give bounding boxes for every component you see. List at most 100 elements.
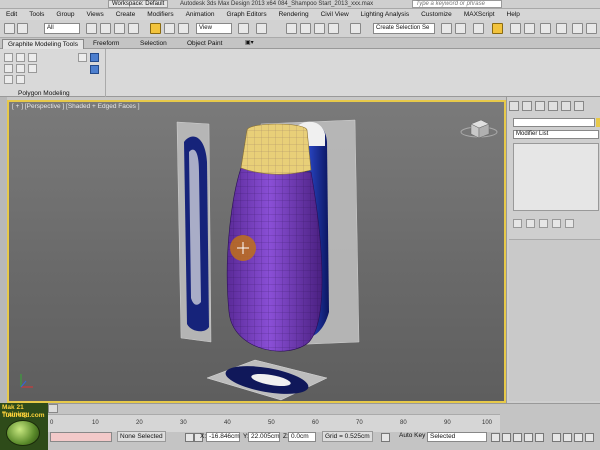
show-end-result-icon[interactable] [90,53,99,62]
tab-graphite-modeling-tools[interactable]: Graphite Modeling Tools [2,39,84,49]
selection-lock-icon[interactable] [185,433,194,442]
orbit-icon[interactable] [574,433,583,442]
left-strip [0,97,7,403]
vertex-icon[interactable] [4,64,13,73]
render-frame-icon[interactable] [572,23,583,34]
menu-lighting-analysis[interactable]: Lighting Analysis [355,11,415,18]
align-icon[interactable] [455,23,466,34]
viewcube-icon[interactable] [460,119,498,139]
menu-maxscript[interactable]: MAXScript [458,11,501,18]
menu-create[interactable]: Create [110,11,142,18]
menu-graph-editors[interactable]: Graph Editors [221,11,273,18]
select-and-rotate-icon[interactable] [164,23,175,34]
modify-mode-icon[interactable] [4,53,13,62]
menu-customize[interactable]: Customize [415,11,458,18]
pin-icon[interactable] [78,53,87,62]
menu-modifiers[interactable]: Modifiers [141,11,179,18]
percent-snap-icon[interactable] [314,23,325,34]
menu-tools[interactable]: Tools [23,11,50,18]
snap-toggle-icon[interactable] [286,23,297,34]
sub-object-icon[interactable] [16,53,25,62]
create-tab-icon[interactable] [509,101,519,111]
menu-views[interactable]: Views [80,11,109,18]
search-input[interactable]: Type a keyword or phrase [412,0,502,8]
configure-modifier-sets-icon[interactable] [565,219,574,228]
utilities-tab-icon[interactable] [574,101,584,111]
auto-key-button[interactable]: Auto Key [399,432,425,439]
pivot-center-icon[interactable] [238,23,249,34]
ribbon-tabs: Graphite Modeling Tools Freeform Selecti… [0,38,600,49]
motion-tab-icon[interactable] [548,101,558,111]
material-editor-icon[interactable] [540,23,551,34]
workspace-dropdown[interactable]: Workspace: Default [108,0,169,8]
zoom-icon[interactable] [552,433,561,442]
reference-coordinate-dropdown[interactable]: View [196,23,232,34]
next-frame-icon[interactable] [524,433,533,442]
graphite-toggle-icon[interactable] [492,23,503,34]
menu-edit[interactable]: Edit [0,11,23,18]
modifier-stack[interactable] [513,143,599,211]
show-end-result-toggle-icon[interactable] [526,219,535,228]
tab-object-paint[interactable]: Object Paint [182,39,227,49]
menu-group[interactable]: Group [50,11,80,18]
y-coordinate-field[interactable]: 22.005cm [248,432,280,442]
object-name-field[interactable] [513,118,595,127]
layer-manager-icon[interactable] [473,23,484,34]
z-coordinate-field[interactable]: 0.0cm [288,432,316,442]
render-icon[interactable] [586,23,597,34]
curve-editor-icon[interactable] [510,23,521,34]
viewport-label[interactable]: [ + ] [Perspective ] [Shaded + Edged Fac… [12,103,140,110]
menu-help[interactable]: Help [501,11,526,18]
set-key-icon[interactable] [381,433,390,442]
render-setup-icon[interactable] [556,23,567,34]
menu-rendering[interactable]: Rendering [273,11,315,18]
select-by-name-icon[interactable] [100,23,111,34]
edge-icon[interactable] [16,64,25,73]
select-and-move-icon[interactable] [150,23,161,34]
x-coordinate-field[interactable]: -16.846cm [206,432,240,442]
redo-icon[interactable] [17,23,28,34]
modify-tab-icon[interactable] [522,101,532,111]
manipulate-icon[interactable] [256,23,267,34]
display-tab-icon[interactable] [561,101,571,111]
play-icon[interactable] [513,433,522,442]
menu-animation[interactable]: Animation [180,11,221,18]
key-filter-dropdown[interactable]: Selected [427,432,487,442]
select-and-scale-icon[interactable] [178,23,189,34]
track-bar[interactable]: 0 10 20 30 40 50 60 70 80 90 100 [48,414,500,432]
undo-icon[interactable] [4,23,15,34]
tab-freeform[interactable]: Freeform [88,39,124,49]
angle-snap-icon[interactable] [300,23,311,34]
stack-icon[interactable] [28,53,37,62]
tab-selection[interactable]: Selection [135,39,172,49]
previous-frame-icon[interactable] [502,433,511,442]
remove-modifier-icon[interactable] [552,219,561,228]
menu-civil-view[interactable]: Civil View [315,11,355,18]
goto-start-icon[interactable] [491,433,500,442]
element-icon[interactable] [16,75,25,84]
ribbon-minimize-icon[interactable]: ▣▾ [240,39,259,49]
perspective-viewport[interactable]: [ + ] [Perspective ] [Shaded + Edged Fac… [7,100,506,403]
zoom-all-icon[interactable] [563,433,572,442]
object-color-swatch[interactable] [596,118,600,127]
select-object-icon[interactable] [86,23,97,34]
window-crossing-icon[interactable] [128,23,139,34]
maxscript-listener-field[interactable] [50,432,112,442]
selection-filter-dropdown[interactable]: All [44,23,80,34]
make-unique-icon[interactable] [539,219,548,228]
mirror-icon[interactable] [441,23,452,34]
rectangular-selection-icon[interactable] [114,23,125,34]
schematic-view-icon[interactable] [524,23,535,34]
modifier-list-dropdown[interactable]: Modifier List [513,130,599,139]
named-selection-dropdown[interactable]: Create Selection Se [373,23,435,34]
pin-stack-icon[interactable] [513,219,522,228]
time-slider[interactable] [48,404,58,413]
preview-icon[interactable] [90,65,99,74]
border-icon[interactable] [28,64,37,73]
goto-end-icon[interactable] [535,433,544,442]
spinner-snap-icon[interactable] [328,23,339,34]
maximize-viewport-icon[interactable] [585,433,594,442]
polygon-icon[interactable] [4,75,13,84]
edit-named-selection-icon[interactable] [350,23,361,34]
hierarchy-tab-icon[interactable] [535,101,545,111]
